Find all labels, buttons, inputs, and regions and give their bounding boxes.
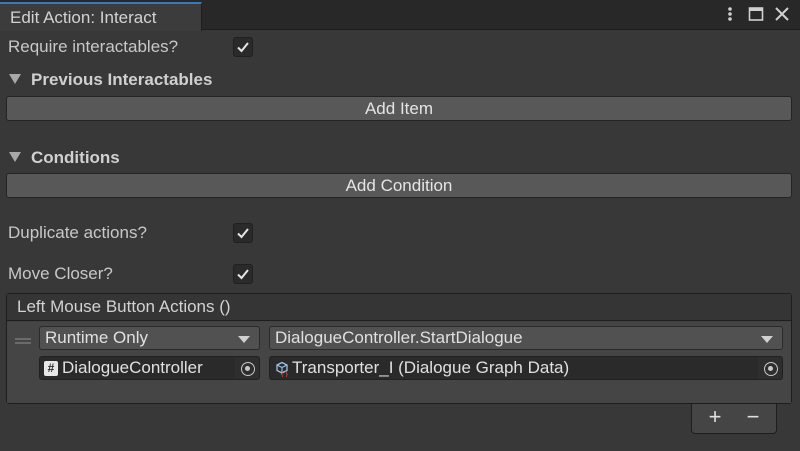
- kebab-menu-icon[interactable]: [722, 5, 738, 23]
- move-closer-row: Move Closer?: [0, 261, 800, 287]
- window-tab[interactable]: Edit Action: Interact: [0, 2, 202, 31]
- previous-interactables-foldout[interactable]: Previous Interactables: [0, 67, 800, 93]
- require-interactables-row: Require interactables?: [0, 34, 800, 60]
- chevron-down-icon: [761, 336, 773, 343]
- event-header: Left Mouse Button Actions (): [7, 294, 791, 321]
- chevron-down-icon: [238, 336, 250, 343]
- checkmark-icon: [237, 228, 249, 239]
- duplicate-actions-checkbox[interactable]: [233, 223, 253, 243]
- add-condition-button[interactable]: Add Condition: [6, 173, 792, 198]
- target-object-field[interactable]: # DialogueController: [39, 356, 260, 380]
- script-icon: #: [44, 361, 58, 376]
- move-closer-checkbox[interactable]: [233, 264, 253, 284]
- window-tab-bar: Edit Action: Interact: [0, 0, 800, 31]
- duplicate-actions-row: Duplicate actions?: [0, 220, 800, 246]
- checkmark-icon: [237, 42, 249, 53]
- left-mouse-button-actions-event: Left Mouse Button Actions () Runtime Onl…: [6, 293, 792, 404]
- remove-entry-button[interactable]: −: [740, 406, 766, 430]
- argument-value: Transporter_I (Dialogue Graph Data): [292, 358, 570, 377]
- add-entry-button[interactable]: +: [702, 406, 728, 430]
- argument-object-field[interactable]: {} Transporter_I (Dialogue Graph Data): [269, 356, 783, 380]
- target-object-value: DialogueController: [62, 358, 203, 377]
- window-tab-title: Edit Action: Interact: [10, 8, 157, 27]
- window-controls: [722, 5, 790, 23]
- function-value: DialogueController.StartDialogue: [275, 328, 523, 347]
- previous-interactables-title: Previous Interactables: [31, 70, 213, 89]
- scriptable-object-icon: {}: [274, 360, 290, 379]
- drag-handle-icon[interactable]: [15, 338, 31, 344]
- close-icon[interactable]: [774, 5, 790, 23]
- object-picker-icon[interactable]: [235, 357, 259, 379]
- add-item-button[interactable]: Add Item: [6, 96, 792, 121]
- list-add-remove-footer: + −: [691, 404, 777, 434]
- checkmark-icon: [237, 269, 249, 280]
- svg-text:{}: {}: [280, 371, 289, 378]
- call-state-dropdown[interactable]: Runtime Only: [39, 326, 260, 350]
- duplicate-actions-label: Duplicate actions?: [8, 223, 147, 242]
- move-closer-label: Move Closer?: [8, 264, 113, 283]
- event-entry[interactable]: Runtime Only DialogueController.StartDia…: [7, 322, 791, 403]
- conditions-foldout[interactable]: Conditions: [0, 145, 800, 171]
- conditions-title: Conditions: [31, 148, 120, 167]
- object-picker-icon[interactable]: [758, 357, 782, 379]
- foldout-arrow-icon: [9, 74, 21, 84]
- require-interactables-label: Require interactables?: [8, 37, 179, 56]
- require-interactables-checkbox[interactable]: [233, 37, 253, 57]
- maximize-icon[interactable]: [748, 5, 764, 23]
- function-dropdown[interactable]: DialogueController.StartDialogue: [269, 326, 783, 350]
- call-state-value: Runtime Only: [45, 328, 148, 347]
- foldout-arrow-icon: [9, 152, 21, 162]
